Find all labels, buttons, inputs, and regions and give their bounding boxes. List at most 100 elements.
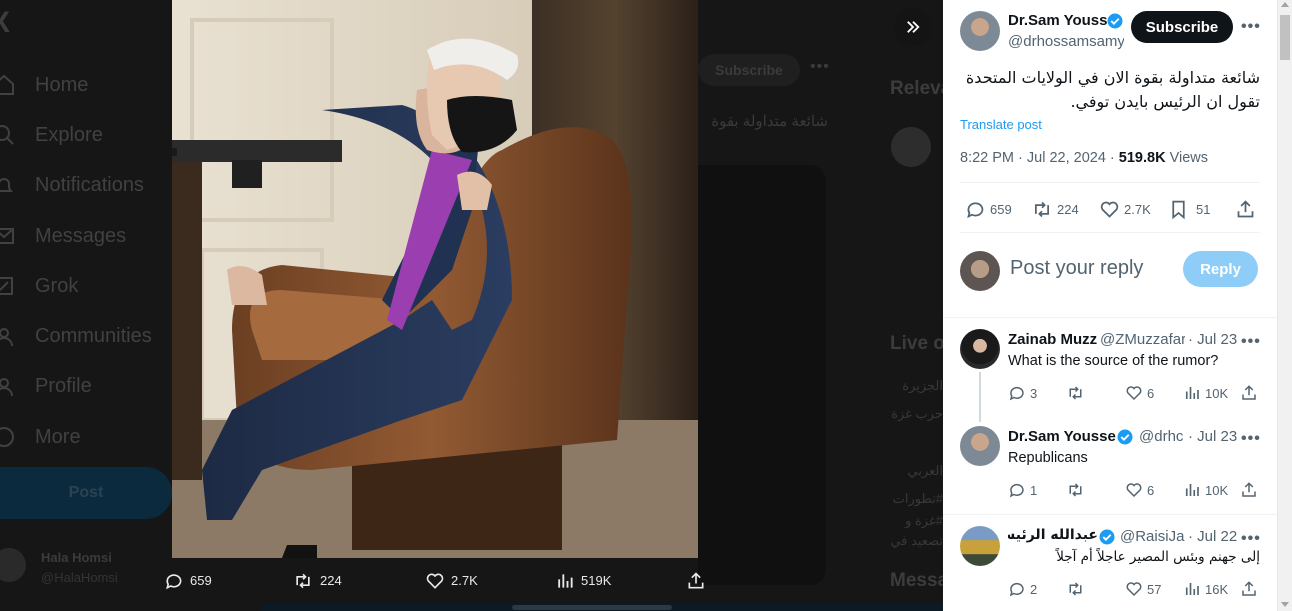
reply-repost-button[interactable] bbox=[1066, 481, 1089, 499]
person-icon bbox=[0, 375, 26, 399]
verified-badge-icon bbox=[1098, 528, 1116, 546]
reply-icon bbox=[1008, 580, 1026, 598]
right-snippet: الجزيرة bbox=[902, 378, 943, 393]
verified-badge-icon bbox=[1106, 12, 1124, 30]
bookmark-icon bbox=[1168, 199, 1189, 220]
account-switcher[interactable]: Hala Homsi @HalaHomsi bbox=[0, 540, 172, 600]
reply-author-name[interactable]: Zainab Muzz bbox=[1008, 331, 1099, 348]
envelope-icon bbox=[0, 224, 26, 248]
reply-views-button[interactable]: 10K bbox=[1183, 384, 1228, 402]
post-timestamp[interactable]: 8:22 PM · Jul 22, 2024 · bbox=[960, 150, 1119, 166]
author-name[interactable]: Dr.Sam Youss bbox=[1008, 12, 1107, 29]
reply-text: What is the source of the rumor? bbox=[1008, 353, 1219, 369]
sidebar-item-grok[interactable]: Grok bbox=[0, 261, 172, 311]
like-button[interactable]: 2.7K bbox=[1099, 199, 1151, 220]
reply-author-name[interactable]: عبدالله الرئيسي bbox=[1008, 527, 1098, 543]
divider bbox=[943, 514, 1277, 515]
scrollbar-thumb[interactable] bbox=[1280, 15, 1290, 60]
account-name: Hala Homsi bbox=[41, 550, 112, 565]
sidebar-item-more[interactable]: More bbox=[0, 412, 172, 462]
share-icon bbox=[1235, 199, 1256, 220]
reply-icon bbox=[1008, 384, 1026, 402]
media-like-button[interactable]: 2.7K bbox=[425, 558, 478, 603]
search-icon bbox=[0, 123, 26, 147]
horizontal-scrollbar[interactable] bbox=[262, 604, 943, 611]
post-detail-panel: Dr.Sam Youss @drhossamsamy Subscribe •••… bbox=[943, 0, 1277, 611]
reply-like-button[interactable]: 6 bbox=[1125, 384, 1154, 402]
reply-like-button[interactable]: 6 bbox=[1125, 481, 1154, 499]
author-handle[interactable]: @drhossamsamy bbox=[1008, 33, 1124, 50]
share-icon bbox=[1240, 481, 1258, 499]
more-options-icon[interactable]: ••• bbox=[1241, 18, 1261, 36]
reply-date[interactable]: · Jul 22 bbox=[1188, 528, 1237, 545]
sidebar-item-messages[interactable]: Messages bbox=[0, 211, 172, 261]
sidebar-item-profile[interactable]: Profile bbox=[0, 362, 172, 412]
share-button[interactable] bbox=[1235, 199, 1256, 220]
divider bbox=[960, 182, 1260, 183]
reply-reply-button[interactable]: 3 bbox=[1008, 384, 1037, 402]
reply-repost-button[interactable] bbox=[1066, 384, 1089, 402]
right-snippet: #غزة و bbox=[905, 513, 943, 528]
post-meta: 8:22 PM · Jul 22, 2024 · 519.8K Views bbox=[960, 150, 1208, 166]
reply-date[interactable]: · Jul 23 bbox=[1188, 331, 1237, 348]
reply-share-button[interactable] bbox=[1240, 481, 1258, 499]
reply-more-icon[interactable]: ••• bbox=[1241, 530, 1261, 548]
panel-scrollbar[interactable] bbox=[1277, 0, 1292, 611]
media-reply-button[interactable]: 659 bbox=[164, 558, 212, 603]
reply-reply-button[interactable]: 1 bbox=[1008, 481, 1037, 499]
reply-author-handle[interactable]: @RaisiJa bbox=[1120, 528, 1187, 545]
scrollbar-thumb[interactable] bbox=[512, 605, 672, 610]
reply-more-icon[interactable]: ••• bbox=[1241, 430, 1261, 448]
post-photo[interactable] bbox=[172, 0, 698, 558]
reply-avatar[interactable] bbox=[960, 329, 1000, 369]
sidebar-item-notifications[interactable]: Notifications bbox=[0, 161, 172, 211]
my-avatar bbox=[960, 251, 1000, 291]
reply-like-button[interactable]: 57 bbox=[1125, 580, 1161, 598]
post-button[interactable]: Post bbox=[0, 467, 172, 519]
media-repost-button[interactable]: 224 bbox=[292, 558, 342, 603]
reply-share-button[interactable] bbox=[1240, 384, 1258, 402]
scroll-down-arrow-icon[interactable] bbox=[1281, 602, 1289, 607]
account-handle: @HalaHomsi bbox=[41, 570, 118, 585]
reply-author-handle[interactable]: @drhc bbox=[1139, 428, 1187, 445]
sidebar-item-explore[interactable]: Explore bbox=[0, 110, 172, 160]
right-heading-messages: Messages bbox=[890, 570, 943, 591]
repost-icon bbox=[1066, 580, 1085, 598]
reply-input[interactable]: Post your reply bbox=[1010, 257, 1143, 280]
reply-avatar[interactable] bbox=[960, 526, 1000, 566]
bar-chart-icon bbox=[555, 571, 575, 591]
reply-views-button[interactable]: 10K bbox=[1183, 481, 1228, 499]
expand-panel-button[interactable] bbox=[894, 8, 932, 46]
repost-button[interactable]: 224 bbox=[1031, 199, 1079, 220]
media-views-button[interactable]: 519K bbox=[555, 558, 611, 603]
scroll-up-arrow-icon[interactable] bbox=[1281, 2, 1289, 7]
reply-avatar[interactable] bbox=[960, 426, 1000, 466]
author-avatar[interactable] bbox=[960, 11, 1000, 51]
reply-views-button[interactable]: 16K bbox=[1183, 580, 1228, 598]
reply-share-button[interactable] bbox=[1240, 580, 1258, 598]
verified-badge-icon bbox=[1116, 428, 1134, 446]
reply-author-name[interactable]: Dr.Sam Yousse bbox=[1008, 428, 1116, 445]
subscribe-button[interactable]: Subscribe bbox=[1131, 11, 1233, 43]
right-snippet: حرب غزة bbox=[891, 406, 943, 421]
reply-repost-button[interactable] bbox=[1066, 580, 1089, 598]
media-share-button[interactable] bbox=[686, 558, 706, 603]
reply-author-handle[interactable]: @ZMuzzafar bbox=[1100, 331, 1185, 348]
share-icon bbox=[686, 571, 706, 591]
reply-date[interactable]: · Jul 23 bbox=[1188, 428, 1237, 445]
sidebar-item-home[interactable]: Home bbox=[0, 60, 172, 110]
sidebar-item-communities[interactable]: Communities bbox=[0, 311, 172, 361]
bar-chart-icon bbox=[1183, 384, 1201, 402]
heart-icon bbox=[1125, 481, 1143, 499]
translate-post-link[interactable]: Translate post bbox=[960, 117, 1042, 132]
reply-button[interactable]: 659 bbox=[965, 199, 1012, 220]
divider bbox=[943, 317, 1277, 318]
bell-icon bbox=[0, 174, 26, 198]
right-heading-live: Live on X bbox=[890, 333, 943, 354]
divider bbox=[960, 232, 1260, 233]
reply-more-icon[interactable]: ••• bbox=[1241, 333, 1261, 351]
reply-reply-button[interactable]: 2 bbox=[1008, 580, 1037, 598]
reply-submit-button[interactable]: Reply bbox=[1183, 251, 1258, 287]
repost-icon bbox=[1066, 481, 1085, 499]
bookmark-button[interactable]: 51 bbox=[1168, 199, 1210, 220]
